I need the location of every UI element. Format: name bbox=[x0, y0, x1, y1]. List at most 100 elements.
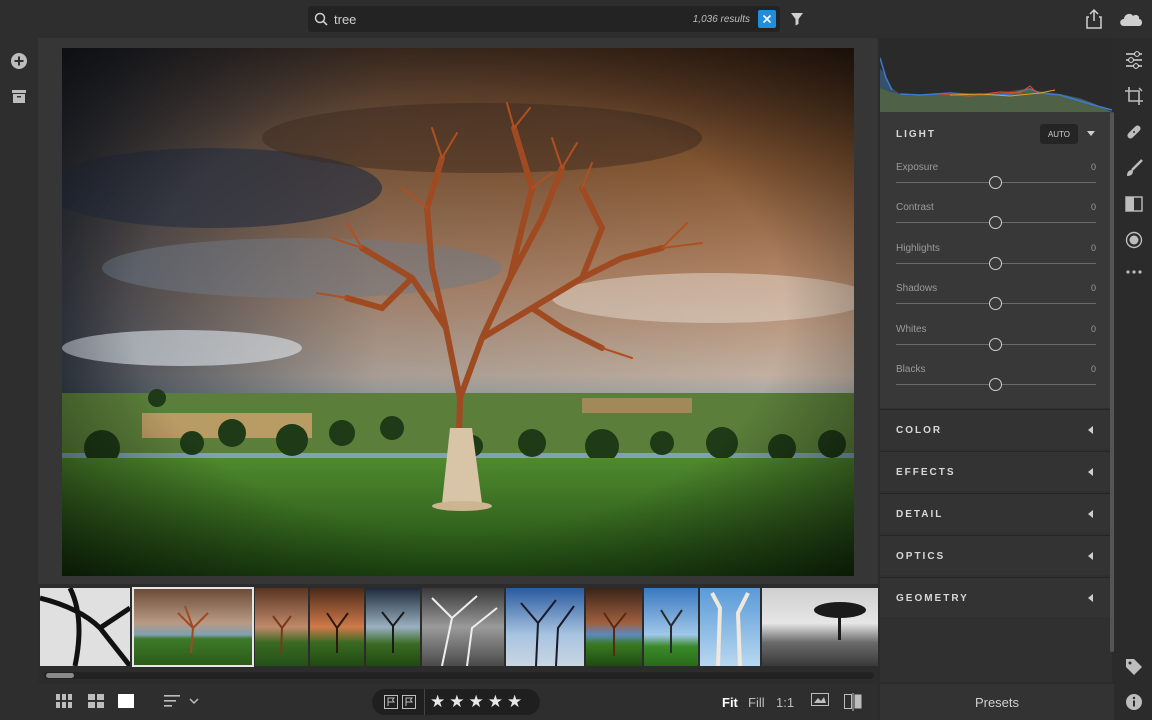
archive-icon[interactable] bbox=[9, 86, 29, 106]
slider-label: Highlights bbox=[896, 243, 940, 254]
zoom-fit[interactable]: Fit bbox=[722, 695, 738, 710]
close-icon bbox=[762, 14, 772, 24]
detail-view-icon[interactable] bbox=[118, 694, 134, 713]
edit-panel: LIGHT AUTO Exposure 0 Contrast 0 Highlig… bbox=[879, 38, 1113, 682]
blacks-slider[interactable]: Blacks 0 bbox=[896, 364, 1096, 400]
section-title: OPTICS bbox=[896, 551, 946, 562]
result-count: 1,036 results bbox=[692, 13, 750, 25]
photo-canvas bbox=[38, 38, 878, 584]
expand-arrow-icon[interactable] bbox=[1088, 552, 1093, 560]
reject-flag-icon[interactable] bbox=[402, 695, 416, 714]
section-title: GEOMETRY bbox=[896, 593, 969, 604]
edit-sliders-icon[interactable] bbox=[1124, 50, 1144, 70]
slider-label: Whites bbox=[896, 324, 927, 335]
linear-gradient-icon[interactable] bbox=[1124, 194, 1144, 214]
section-title: COLOR bbox=[896, 425, 943, 436]
filter-icon[interactable] bbox=[788, 10, 806, 28]
detail-section[interactable]: DETAIL bbox=[880, 493, 1112, 533]
compare-view-icon[interactable] bbox=[844, 693, 862, 716]
square-grid-large-icon[interactable] bbox=[88, 694, 104, 713]
lightroom-app: tree 1,036 results ★★★★★ Fit Fill 1:1 LI… bbox=[0, 0, 1152, 720]
filmstrip-thumbnail[interactable] bbox=[422, 588, 504, 666]
divider bbox=[424, 689, 425, 715]
filmstrip-thumbnail[interactable] bbox=[762, 588, 878, 666]
filmstrip-thumbnail[interactable] bbox=[40, 588, 130, 666]
square-grid-small-icon[interactable] bbox=[56, 694, 72, 713]
info-icon[interactable] bbox=[1124, 692, 1144, 712]
search-input[interactable]: tree bbox=[334, 12, 693, 27]
sort-icon[interactable] bbox=[164, 694, 202, 713]
filmstrip-thumbnail[interactable] bbox=[506, 588, 584, 666]
color-section[interactable]: COLOR bbox=[880, 409, 1112, 449]
optics-section[interactable]: OPTICS bbox=[880, 535, 1112, 575]
slider-label: Contrast bbox=[896, 202, 934, 213]
panel-scrollbar[interactable] bbox=[1110, 112, 1114, 652]
expand-arrow-icon[interactable] bbox=[1088, 510, 1093, 518]
slider-value[interactable]: 0 bbox=[1091, 283, 1096, 293]
top-bar: tree 1,036 results bbox=[0, 0, 1152, 38]
slideshow-icon[interactable] bbox=[811, 693, 829, 714]
auto-button[interactable]: AUTO bbox=[1040, 124, 1078, 144]
left-rail bbox=[0, 38, 38, 720]
slider-label: Shadows bbox=[896, 283, 938, 294]
light-section: LIGHT AUTO Exposure 0 Contrast 0 Highlig… bbox=[880, 112, 1112, 408]
clear-search-button[interactable] bbox=[758, 10, 776, 28]
brush-icon[interactable] bbox=[1124, 158, 1144, 178]
slider-label: Blacks bbox=[896, 364, 926, 375]
bottom-toolbar: ★★★★★ Fit Fill 1:1 bbox=[38, 684, 878, 720]
zoom-one-to-one[interactable]: 1:1 bbox=[776, 695, 794, 710]
expand-arrow-icon[interactable] bbox=[1088, 468, 1093, 476]
filmstrip-scrollbar[interactable] bbox=[44, 672, 874, 679]
section-title: DETAIL bbox=[896, 509, 944, 520]
more-icon[interactable] bbox=[1124, 262, 1144, 282]
exposure-slider[interactable]: Exposure 0 bbox=[896, 162, 1096, 198]
slider-knob[interactable] bbox=[989, 297, 1002, 310]
filmstrip-thumbnail[interactable] bbox=[255, 588, 308, 666]
whites-slider[interactable]: Whites 0 bbox=[896, 324, 1096, 360]
filmstrip-thumbnail-selected[interactable] bbox=[132, 587, 254, 667]
star-rating[interactable]: ★★★★★ bbox=[430, 692, 526, 712]
crop-icon[interactable] bbox=[1124, 86, 1144, 106]
slider-knob[interactable] bbox=[989, 176, 1002, 189]
expand-arrow-icon[interactable] bbox=[1088, 426, 1093, 434]
contrast-slider[interactable]: Contrast 0 bbox=[896, 202, 1096, 238]
presets-button[interactable]: Presets bbox=[880, 684, 1114, 720]
section-title: EFFECTS bbox=[896, 467, 956, 478]
collapse-light-icon[interactable] bbox=[1087, 131, 1095, 136]
slider-knob[interactable] bbox=[989, 257, 1002, 270]
keyword-tag-icon[interactable] bbox=[1124, 657, 1144, 677]
healing-icon[interactable] bbox=[1124, 122, 1144, 142]
pick-flag-icon[interactable] bbox=[384, 695, 398, 714]
effects-section[interactable]: EFFECTS bbox=[880, 451, 1112, 491]
expand-arrow-icon[interactable] bbox=[1088, 594, 1093, 602]
highlights-slider[interactable]: Highlights 0 bbox=[896, 243, 1096, 279]
main-photo[interactable] bbox=[62, 48, 854, 576]
slider-value[interactable]: 0 bbox=[1091, 243, 1096, 253]
filmstrip-thumbnail[interactable] bbox=[586, 588, 642, 666]
slider-value[interactable]: 0 bbox=[1091, 364, 1096, 374]
filmstrip-thumbnail[interactable] bbox=[310, 588, 364, 666]
search-box[interactable]: tree 1,036 results bbox=[308, 6, 780, 32]
search-icon bbox=[308, 6, 334, 32]
radial-gradient-icon[interactable] bbox=[1124, 230, 1144, 250]
share-icon[interactable] bbox=[1084, 8, 1104, 30]
slider-knob[interactable] bbox=[989, 216, 1002, 229]
slider-value[interactable]: 0 bbox=[1091, 324, 1096, 334]
geometry-section[interactable]: GEOMETRY bbox=[880, 577, 1112, 617]
cloud-icon[interactable] bbox=[1118, 10, 1144, 28]
slider-knob[interactable] bbox=[989, 338, 1002, 351]
slider-label: Exposure bbox=[896, 162, 939, 173]
add-photos-icon[interactable] bbox=[9, 51, 29, 71]
filmstrip-thumbnail[interactable] bbox=[644, 588, 698, 666]
slider-knob[interactable] bbox=[989, 378, 1002, 391]
filmstrip-thumbnail[interactable] bbox=[700, 588, 760, 666]
slider-value[interactable]: 0 bbox=[1091, 162, 1096, 172]
scrollbar-thumb[interactable] bbox=[46, 673, 74, 678]
zoom-fill[interactable]: Fill bbox=[748, 695, 765, 710]
histogram bbox=[879, 38, 1113, 112]
filmstrip-thumbnail[interactable] bbox=[366, 588, 420, 666]
slider-value[interactable]: 0 bbox=[1091, 202, 1096, 212]
light-section-title: LIGHT bbox=[896, 129, 936, 140]
shadows-slider[interactable]: Shadows 0 bbox=[896, 283, 1096, 319]
filmstrip bbox=[38, 584, 878, 684]
